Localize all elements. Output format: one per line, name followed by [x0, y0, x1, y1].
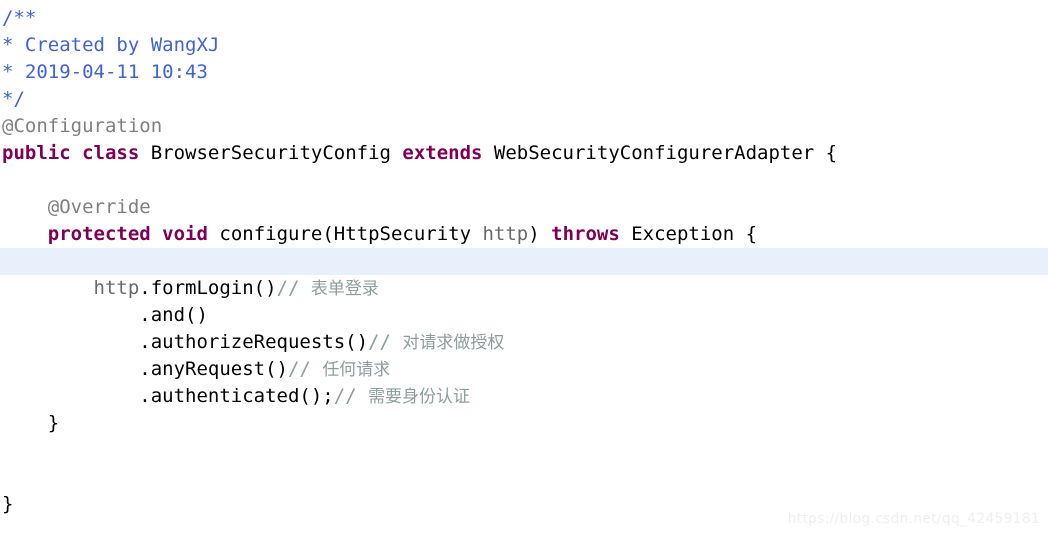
code-token-parameter: http: [2, 277, 140, 299]
code-listing[interactable]: /** * Created by WangXJ * 2019-04-11 10:43…: [0, 0, 1048, 518]
code-token-blank: [2, 466, 13, 488]
code-token-plain: }: [2, 412, 60, 434]
code-token-blank: [2, 169, 13, 191]
code-editor-canvas: /** * Created by WangXJ * 2019-04-11 10:43…: [0, 0, 1048, 539]
code-token-plain: ): [528, 223, 552, 245]
code-token-blank: [2, 250, 13, 272]
code-line[interactable]: http.formLogin()// 表单登录: [0, 275, 1048, 302]
code-line[interactable]: */: [0, 86, 1048, 113]
code-token-plain: configure(HttpSecurity: [207, 223, 483, 245]
watermark-text: https://blog.csdn.net/qq_42459181: [787, 511, 1040, 527]
code-line[interactable]: .anyRequest()// 任何请求: [0, 356, 1048, 383]
code-line[interactable]: [0, 437, 1048, 464]
code-token-plain: Exception {: [619, 223, 758, 245]
code-line[interactable]: * Created by WangXJ: [0, 32, 1048, 59]
code-token-keyword: class: [82, 142, 140, 164]
code-token-annotation: @Configuration: [2, 115, 163, 137]
code-line[interactable]: * 2019-04-11 10:43: [0, 59, 1048, 86]
code-token-plain: .authenticated();: [2, 385, 334, 407]
code-token-plain: .formLogin(): [139, 277, 277, 299]
code-token-cjk: 表单登录: [310, 279, 379, 299]
code-line[interactable]: /**: [0, 5, 1048, 32]
code-line[interactable]: .authenticated();// 需要身份认证: [0, 383, 1048, 410]
code-token-plain: .anyRequest(): [2, 358, 288, 380]
code-line-active[interactable]: [0, 248, 1048, 275]
code-token-cjk: 对请求做授权: [402, 333, 505, 353]
code-token-comment: //: [276, 277, 311, 299]
code-token-javadoc: * Created by WangXJ: [2, 34, 220, 56]
code-token-plain: .and(): [2, 304, 208, 326]
code-token-blank: [2, 439, 13, 461]
code-token-comment: //: [333, 385, 369, 407]
code-token-keyword: throws: [551, 223, 620, 245]
code-token-plain: }: [2, 493, 14, 515]
code-line[interactable]: public class BrowserSecurityConfig exten…: [0, 140, 1048, 167]
code-token-plain: .authorizeRequests(): [2, 331, 369, 353]
code-line[interactable]: .and(): [0, 302, 1048, 329]
code-token-plain: WebSecurityConfigurerAdapter {: [482, 142, 838, 164]
code-token-keyword: extends: [402, 142, 483, 164]
code-line[interactable]: @Configuration: [0, 113, 1048, 140]
code-line[interactable]: .authorizeRequests()// 对请求做授权: [0, 329, 1048, 356]
code-token-keyword: protected: [2, 223, 151, 245]
code-token-keyword: void: [162, 223, 208, 245]
code-token-parameter: http: [482, 223, 529, 245]
code-token-plain: BrowserSecurityConfig: [139, 142, 403, 164]
code-token-annotation: @Override: [2, 196, 151, 218]
code-token-comment: //: [287, 358, 323, 380]
code-token-javadoc: */: [2, 88, 25, 110]
code-token-javadoc: * 2019-04-11 10:43: [2, 61, 208, 83]
code-line[interactable]: [0, 167, 1048, 194]
code-token-comment: //: [368, 331, 403, 353]
code-line[interactable]: }: [0, 410, 1048, 437]
code-token-keyword: public: [2, 142, 71, 164]
code-token-javadoc: /**: [2, 7, 37, 29]
code-line[interactable]: @Override: [0, 194, 1048, 221]
code-token-cjk: 任何请求: [322, 360, 391, 380]
code-token-cjk: 需要身份认证: [368, 387, 471, 407]
code-line[interactable]: protected void configure(HttpSecurity ht…: [0, 221, 1048, 248]
code-line[interactable]: [0, 464, 1048, 491]
